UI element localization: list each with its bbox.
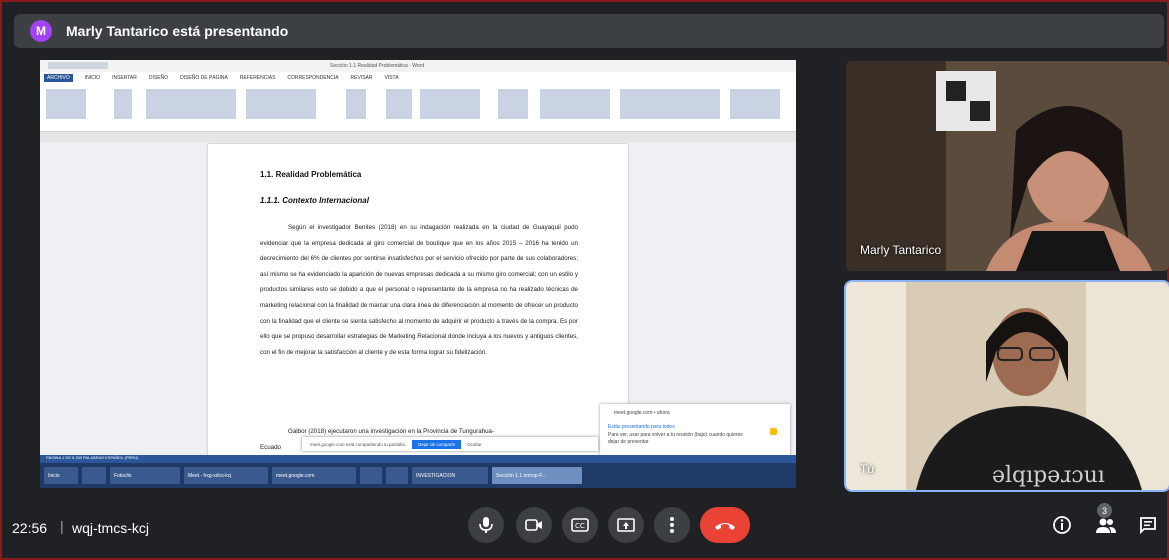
meeting-details-button[interactable] — [1050, 513, 1074, 537]
chat-icon — [1140, 517, 1156, 534]
microphone-icon — [479, 517, 493, 533]
chrome-share-bar: meet.google.com está compartiendo tu pan… — [302, 437, 598, 451]
ribbon-tab-vista: VISTA — [384, 74, 399, 81]
ribbon-group-complementos — [246, 89, 316, 119]
chat-button[interactable] — [1136, 513, 1160, 537]
more-options-button[interactable] — [654, 507, 690, 543]
present-button[interactable] — [608, 507, 644, 543]
people-icon — [1096, 518, 1116, 533]
word-status-bar: PÁGINA 1 DE 5 300 PALABRAS ESPAÑOL (PERÚ… — [40, 455, 796, 463]
separator: | — [60, 518, 64, 534]
word-ruler — [40, 132, 796, 142]
taskbar-item: INVESTIGACION — [412, 467, 488, 484]
comment-icon — [498, 89, 528, 119]
screen-share-notification: meet.google.com • ahora Estás presentand… — [600, 404, 790, 460]
word-ribbon — [40, 83, 796, 132]
microphone-button[interactable] — [468, 507, 504, 543]
taskbar-item — [386, 467, 408, 484]
taskbar-item: meet.google.com — [272, 467, 356, 484]
word-ribbon-tabs: ARCHIVO INICIO INSERTAR DISEÑO DISEÑO DE… — [40, 72, 796, 83]
presenting-text: Marly Tantarico está presentando — [66, 23, 289, 39]
taskbar-item: Fotoclin — [110, 467, 180, 484]
ribbon-group-vinculos — [420, 89, 480, 119]
camera-button[interactable] — [516, 507, 552, 543]
doc-paragraph-2: Galbor (2018) ejecutaron una investigaci… — [288, 428, 495, 435]
participant-name: Marly Tantarico — [860, 243, 942, 257]
word-title-bar: Sección 1.1 Realidad Problemática - Word — [40, 60, 796, 72]
present-screen-icon — [617, 518, 635, 532]
camera-icon — [525, 519, 542, 531]
more-vert-icon — [670, 517, 674, 533]
participant-tile-marly[interactable]: Marly Tantarico — [846, 61, 1169, 271]
ribbon-group-encabezado — [540, 89, 610, 119]
participant-name: Tú — [860, 462, 875, 476]
captions-button[interactable]: CC — [562, 507, 598, 543]
ribbon-group-texto — [620, 89, 720, 119]
ribbon-tab-revisar: REVISAR — [350, 74, 373, 81]
ribbon-tab-diseno-pagina: DISEÑO DE PÁGINA — [180, 74, 228, 81]
participant-count-badge: 3 — [1097, 503, 1112, 518]
word-window-title: Sección 1.1 Realidad Problemática - Word — [330, 63, 425, 69]
ribbon-tab-correspondencia: CORRESPONDENCIA — [287, 74, 339, 81]
video-icon — [386, 89, 412, 119]
meeting-clock: 22:56 — [12, 520, 48, 536]
taskbar-start: Inicio — [44, 467, 78, 484]
doc-heading-1: 1.1. Realidad Problemática — [260, 170, 362, 179]
info-icon — [1053, 516, 1071, 534]
taskbar-item-active: Sección 1.1 ontrop-F... — [492, 467, 582, 484]
doc-paragraph-3: Ecuado — [260, 444, 281, 451]
ribbon-tab-diseno: DISEÑO — [148, 74, 169, 81]
presenting-banner: M Marly Tantarico está presentando — [14, 14, 1164, 48]
captions-icon: CC — [571, 518, 589, 532]
quick-access-toolbar — [48, 62, 108, 69]
share-bar-text: meet.google.com está compartiendo tu pan… — [310, 441, 407, 447]
participant-tile-self[interactable]: ǝlqıpǝɹɔuı Tú — [844, 280, 1169, 492]
meet-icon — [770, 428, 777, 435]
ribbon-tab-archivo: ARCHIVO — [44, 73, 73, 82]
table-icon — [114, 89, 132, 119]
end-call-icon — [715, 523, 735, 530]
ribbon-tab-referencias: REFERENCIAS — [239, 74, 276, 81]
svg-text:ǝlqıpǝɹɔuı: ǝlqıpǝɹɔuı — [992, 463, 1105, 488]
presenter-avatar: M — [30, 20, 52, 42]
hide-share-bar-button: Ocultar — [467, 441, 482, 447]
taskbar-item — [360, 467, 382, 484]
participant-video: ǝlqıpǝɹɔuı — [846, 282, 1169, 490]
notification-title: Estás presentando para todos — [608, 424, 675, 430]
participant-video — [846, 61, 1152, 271]
taskbar-item — [82, 467, 106, 484]
ribbon-tab-insertar: INSERTAR — [112, 74, 137, 81]
document-page: 1.1. Realidad Problemática 1.1.1. Contex… — [208, 144, 628, 462]
doc-heading-2: 1.1.1. Contexto Internacional — [260, 196, 369, 205]
notification-source: meet.google.com • ahora — [614, 410, 670, 416]
wikipedia-icon — [346, 89, 366, 119]
ribbon-group-paginas — [46, 89, 86, 119]
doc-paragraph-1: Según el investigador Benites (2018) en … — [260, 224, 578, 356]
stop-sharing-button: Dejar de compartir — [412, 439, 462, 449]
taskbar-item: Meet - hxg-xdcs-kcj — [184, 467, 268, 484]
leave-call-button[interactable] — [700, 507, 750, 543]
ribbon-tab-inicio: INICIO — [84, 74, 101, 81]
meeting-code: wqj-tmcs-kcj — [72, 520, 149, 536]
windows-taskbar: Inicio Fotoclin Meet - hxg-xdcs-kcj meet… — [40, 463, 796, 488]
ribbon-group-simbolos — [730, 89, 780, 119]
ribbon-group-ilustraciones — [146, 89, 236, 119]
notification-body: Para ver, usar para volver a tu reunión … — [608, 432, 743, 445]
shared-screen: Sección 1.1 Realidad Problemática - Word… — [40, 60, 796, 488]
svg-text:CC: CC — [575, 522, 585, 530]
